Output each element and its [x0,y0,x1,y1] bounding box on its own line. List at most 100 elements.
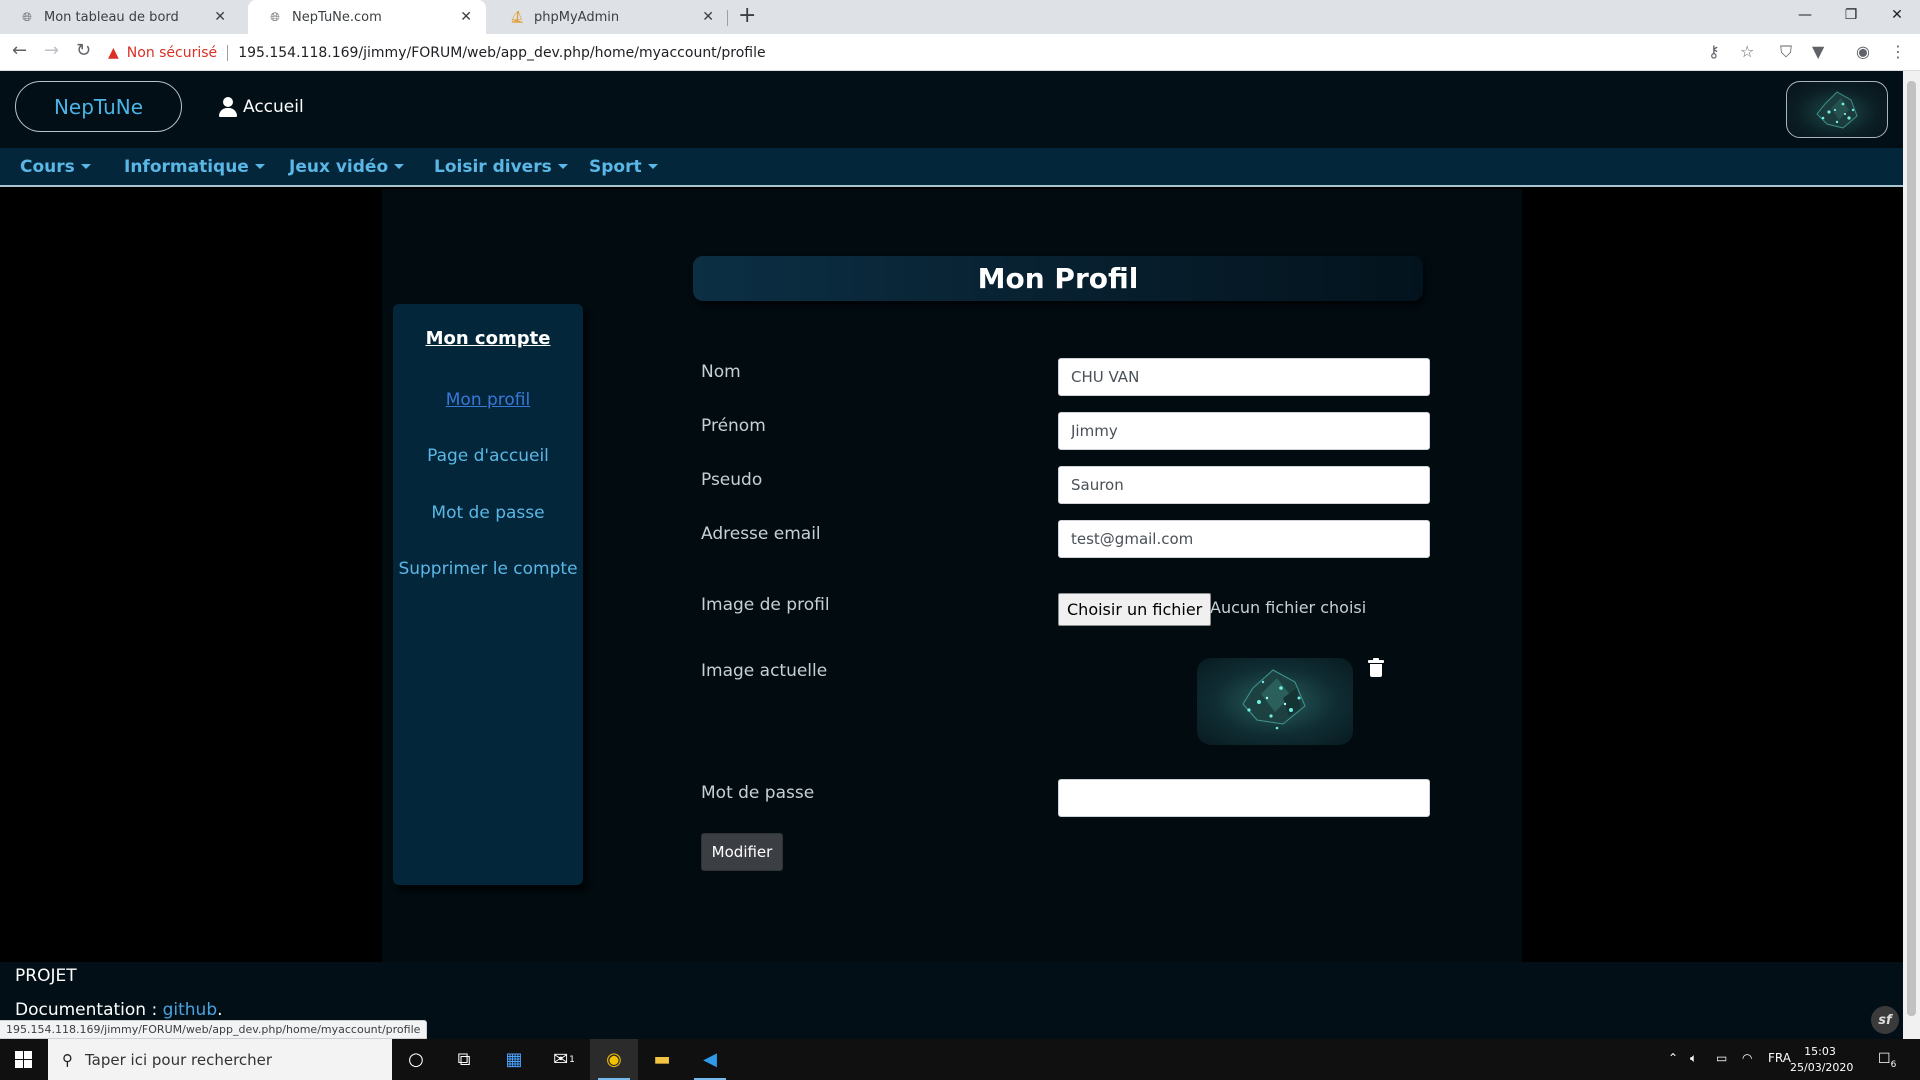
menu-icon[interactable]: ⋮ [1890,42,1906,61]
footer-title: PROJET [15,966,77,986]
caret-down-icon [647,164,658,169]
sidebar-item-mon-profil[interactable]: Mon profil [393,390,583,410]
address-bar[interactable]: ▲ Non sécurisé 195.154.118.169/jimmy/FOR… [108,39,766,66]
category-nav: Cours Informatique Jeux vidéo Loisir div… [0,148,1903,187]
bookmark-star-icon[interactable]: ☆ [1740,42,1754,61]
category-label: Cours [20,157,75,177]
volume-icon[interactable]: 🔈︎ [1690,1051,1697,1066]
prenom-input[interactable] [1058,412,1430,450]
delete-image-icon[interactable] [1368,658,1384,678]
globe-icon: 🌐︎ [22,9,32,24]
avatar-crystal-image [1816,91,1858,129]
battery-icon[interactable]: ▭ [1716,1051,1727,1065]
category-label: Loisir divers [434,157,552,177]
page-scrollbar[interactable] [1903,71,1920,1039]
close-window-button[interactable]: ✕ [1874,0,1920,30]
tray-expand-icon[interactable]: ⌃ [1668,1051,1678,1065]
nom-input[interactable] [1058,358,1430,396]
email-input[interactable] [1058,520,1430,558]
search-placeholder: Taper ici pour rechercher [85,1050,273,1069]
file-explorer-icon[interactable]: ▬ [638,1039,686,1080]
warning-icon: ▲ [108,44,119,61]
tab-neptune[interactable]: 🌐︎ NepTuNe.com ✕ [248,0,486,34]
cortana-icon[interactable]: ○ [392,1039,440,1080]
close-tab-icon[interactable]: ✕ [460,9,472,25]
github-link[interactable]: github [163,1000,218,1020]
windows-taskbar: ⚲ Taper ici pour rechercher ○ ⧉ ▦ ✉ 1 ◉ ▬… [0,1039,1920,1080]
current-image-label: Image actuelle [701,661,828,681]
reload-icon[interactable]: ↻ [76,40,91,61]
tab-title: Mon tableau de bord [44,9,179,25]
vscode-icon[interactable]: ◀ [686,1039,734,1080]
user-icon [219,97,237,117]
extension-filter-icon[interactable]: ▼ [1812,42,1824,61]
footer-documentation: Documentation : github. [15,1000,223,1020]
brand-logo-button[interactable]: NepTuNe [15,81,182,132]
link-status-bar: 195.154.118.169/jimmy/FORUM/web/app_dev.… [0,1020,428,1039]
sidebar-item-mot-de-passe[interactable]: Mot de passe [393,503,583,523]
key-icon[interactable]: ⚷ [1708,42,1720,61]
category-cours[interactable]: Cours [20,157,91,177]
caret-down-icon [557,164,568,169]
caret-down-icon [394,164,405,169]
email-label: Adresse email [701,524,821,544]
browser-tab-strip: 🌐︎ Mon tableau de bord ✕ 🌐︎ NepTuNe.com … [0,0,1920,34]
caret-down-icon [254,164,265,169]
home-link[interactable]: Accueil [219,97,304,117]
category-informatique[interactable]: Informatique [124,157,265,177]
clock-time: 15:03 [1804,1045,1836,1058]
trash-lid [1373,658,1379,661]
minimize-button[interactable]: — [1782,0,1828,30]
choose-file-button[interactable]: Choisir un fichier [1058,593,1212,626]
notification-count: 6 [1890,1059,1897,1070]
store-icon[interactable]: ▦ [490,1039,538,1080]
user-avatar[interactable] [1786,81,1888,138]
doc-prefix: Documentation : [15,1000,163,1020]
sidebar-item-page-accueil[interactable]: Page d'accueil [393,446,583,466]
extension-icon[interactable]: ⛉ [1780,42,1792,62]
mail-badge: 1 [569,1054,575,1065]
category-jeux-video[interactable]: Jeux vidéo [289,157,405,177]
url-text[interactable]: 195.154.118.169/jimmy/FORUM/web/app_dev.… [238,45,765,61]
modifier-button[interactable]: Modifier [701,833,783,871]
task-view-icon[interactable]: ⧉ [440,1039,488,1080]
prenom-label: Prénom [701,416,766,436]
restore-button[interactable]: ❐ [1828,0,1874,30]
tab-dashboard[interactable]: 🌐︎ Mon tableau de bord ✕ [0,0,240,34]
pseudo-input[interactable] [1058,466,1430,504]
taskbar-clock[interactable]: 15:03 25/03/2020 [1790,1044,1853,1076]
browser-toolbar: ← → ↻ ▲ Non sécurisé 195.154.118.169/jim… [0,34,1920,71]
nom-label: Nom [701,362,741,382]
category-loisir-divers[interactable]: Loisir divers [434,157,568,177]
sidebar-item-supprimer-compte[interactable]: Supprimer le compte [393,559,583,579]
new-tab-button[interactable]: + [738,3,756,28]
current-profile-image [1197,658,1353,745]
back-icon[interactable]: ← [12,40,27,61]
profile-icon[interactable]: ◉ [1856,42,1870,61]
windows-start-icon[interactable] [15,1051,32,1068]
home-label: Accueil [243,97,304,117]
language-indicator[interactable]: FRA [1768,1051,1791,1065]
scrollbar-thumb[interactable] [1907,81,1916,1016]
sidebar-title[interactable]: Mon compte [393,328,583,349]
password-input[interactable] [1058,779,1430,817]
symfony-toolbar-icon[interactable]: sf [1871,1006,1899,1034]
phpmyadmin-icon: ⛵︎ [509,10,525,24]
pseudo-label: Pseudo [701,470,763,490]
mail-icon[interactable]: ✉ 1 [540,1039,588,1080]
wifi-icon[interactable]: ◠ [1742,1051,1752,1065]
category-sport[interactable]: Sport [589,157,658,177]
notification-icon[interactable]: ☐6 [1878,1051,1896,1070]
chrome-icon[interactable]: ◉ [590,1039,638,1080]
security-label[interactable]: Non sécurisé [127,45,217,61]
close-tab-icon[interactable]: ✕ [214,9,226,25]
tab-separator [727,10,728,26]
crystal-image [1242,669,1306,730]
taskbar-search[interactable]: ⚲ Taper ici pour rechercher [48,1039,392,1080]
image-label: Image de profil [701,595,830,615]
omnibox-separator [227,44,229,61]
close-tab-icon[interactable]: ✕ [702,9,714,25]
tab-phpmyadmin[interactable]: ⛵︎ phpMyAdmin ✕ [490,0,728,34]
account-sidebar: Mon compte Mon profil Page d'accueil Mot… [393,304,583,885]
forward-icon[interactable]: → [44,40,59,61]
